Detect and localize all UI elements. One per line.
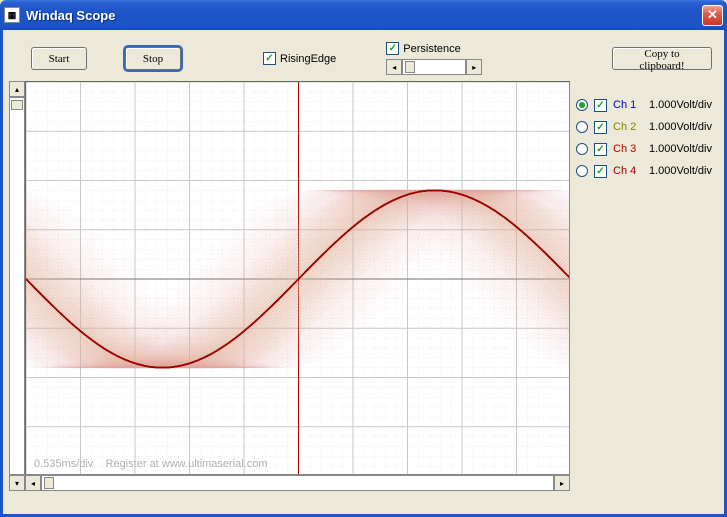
start-button[interactable]: Start (31, 47, 87, 70)
slider-thumb[interactable] (44, 477, 54, 489)
scope-display: 0.535ms/div Register at www.ultimaserial… (25, 81, 570, 475)
rising-edge-label: RisingEdge (280, 53, 336, 65)
channel-name: Ch 2 (613, 121, 643, 133)
rising-edge-checkbox[interactable]: ✓ RisingEdge (263, 52, 336, 65)
channel-row: ✓ Ch 2 1.000Volt/div (576, 117, 712, 137)
copy-clipboard-button[interactable]: Copy to clipboard! (612, 47, 712, 70)
arrow-up-icon[interactable]: ▴ (9, 81, 25, 97)
channel-row: ✓ Ch 3 1.000Volt/div (576, 139, 712, 159)
channel-name: Ch 4 (613, 165, 643, 177)
channel-row: ✓ Ch 1 1.000Volt/div (576, 95, 712, 115)
arrow-left-icon[interactable]: ◂ (386, 59, 402, 75)
channel-enable-checkbox[interactable]: ✓ (594, 99, 607, 112)
persistence-checkbox[interactable]: ✓ Persistence (386, 42, 482, 55)
arrow-down-icon[interactable]: ▾ (9, 475, 25, 491)
channel-scale: 1.000Volt/div (649, 99, 712, 111)
channel-select-radio[interactable] (576, 99, 588, 111)
channel-scale: 1.000Volt/div (649, 121, 712, 133)
slider-track[interactable] (402, 59, 466, 75)
checkbox-icon: ✓ (263, 52, 276, 65)
channel-select-radio[interactable] (576, 143, 588, 155)
horizontal-scrollbar[interactable]: ◂ ▸ (25, 475, 570, 491)
channel-list: ✓ Ch 1 1.000Volt/div ✓ Ch 2 1.000Volt/div ✓ Ch … (576, 81, 712, 491)
window-body: Start Stop ✓ RisingEdge ✓ Persistence ◂ … (0, 30, 727, 517)
slider-track[interactable] (41, 475, 554, 491)
slider-track[interactable] (9, 97, 25, 475)
persistence-label: Persistence (403, 43, 460, 55)
arrow-left-icon[interactable]: ◂ (25, 475, 41, 491)
window-title: Windaq Scope (26, 8, 115, 23)
persistence-slider[interactable]: ◂ ▸ (386, 59, 482, 75)
channel-scale: 1.000Volt/div (649, 165, 712, 177)
channel-enable-checkbox[interactable]: ✓ (594, 165, 607, 178)
channel-name: Ch 1 (613, 99, 643, 111)
arrow-right-icon[interactable]: ▸ (554, 475, 570, 491)
vertical-scrollbar[interactable]: ▴ ▾ (9, 81, 25, 491)
arrow-right-icon[interactable]: ▸ (466, 59, 482, 75)
toolbar: Start Stop ✓ RisingEdge ✓ Persistence ◂ … (3, 30, 724, 81)
stop-button[interactable]: Stop (125, 47, 181, 70)
waveform-canvas (26, 82, 570, 475)
channel-enable-checkbox[interactable]: ✓ (594, 143, 607, 156)
slider-thumb[interactable] (11, 100, 23, 110)
channel-enable-checkbox[interactable]: ✓ (594, 121, 607, 134)
checkbox-icon: ✓ (386, 42, 399, 55)
slider-thumb[interactable] (405, 61, 415, 73)
channel-row: ✓ Ch 4 1.000Volt/div (576, 161, 712, 181)
title-bar: ▦ Windaq Scope ✕ (0, 0, 727, 30)
channel-select-radio[interactable] (576, 165, 588, 177)
channel-select-radio[interactable] (576, 121, 588, 133)
channel-scale: 1.000Volt/div (649, 143, 712, 155)
close-icon[interactable]: ✕ (702, 5, 723, 26)
channel-name: Ch 3 (613, 143, 643, 155)
app-icon: ▦ (4, 7, 20, 23)
